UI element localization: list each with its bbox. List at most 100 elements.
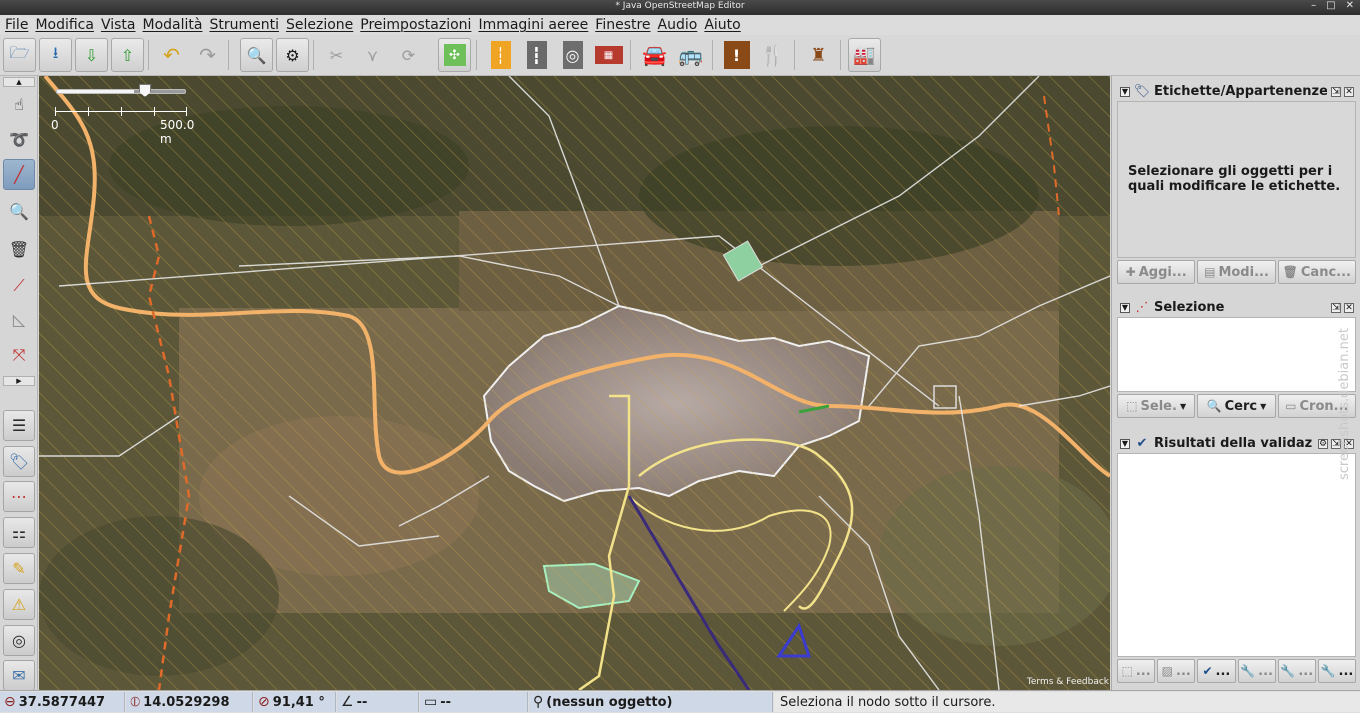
delete-mode-button[interactable]: 🗑: [3, 234, 35, 265]
edit-tag-button[interactable]: ▤ Modi...: [1197, 260, 1276, 284]
fix-all-button[interactable]: 🔧...: [1317, 659, 1357, 683]
car-preset-button[interactable]: 🚘: [638, 38, 671, 72]
lasso-mode-button[interactable]: ➰: [3, 124, 35, 155]
menu-preimpostazioni[interactable]: Preimpostazioni: [359, 17, 477, 33]
bus-preset-button[interactable]: 🚌: [674, 38, 707, 72]
angle-icon: ∠: [341, 694, 354, 710]
close-icon[interactable]: ✕: [1346, 0, 1354, 11]
road-preset-button[interactable]: ┆: [484, 38, 517, 72]
zoom-slider-thumb[interactable]: [139, 84, 151, 97]
fix-button[interactable]: 🔧...: [1237, 659, 1276, 683]
ignore-button[interactable]: 🔧...: [1277, 659, 1316, 683]
notes-toggle-button[interactable]: ✉: [3, 660, 35, 691]
menu-audio[interactable]: Audio: [657, 17, 704, 33]
undo-button[interactable]: ↶: [155, 38, 188, 72]
heading-field: ⊘ 91,41 °: [254, 692, 336, 712]
search-preset-icon: 🔍: [246, 45, 267, 65]
castle-icon: ♜: [810, 44, 827, 66]
menu-modalita[interactable]: Modalità: [141, 17, 208, 33]
factory-preset-button[interactable]: 🏭: [848, 38, 881, 72]
save-icon: ⭳: [52, 42, 59, 62]
latitude-field: ⊖ 37.5877447: [0, 692, 125, 712]
save-button[interactable]: ⭳: [39, 38, 72, 72]
tags-toggle-button[interactable]: 🏷: [3, 446, 35, 477]
history-toggle-button[interactable]: ✎: [3, 553, 35, 584]
draw-mode-button[interactable]: ╱: [3, 159, 35, 190]
menu-file[interactable]: File: [4, 17, 34, 33]
right-dialogs-panel: ▼ 🏷 Etichette/Appartenenze ⇲ ✕ Selezionar…: [1111, 76, 1360, 690]
ruler-icon: ▭: [424, 694, 438, 710]
extrude-mode-button[interactable]: ⤧: [3, 339, 35, 370]
zoom-slider[interactable]: [56, 89, 186, 94]
layers-toggle-button[interactable]: ☰: [3, 410, 35, 441]
select-mode-button[interactable]: ☝: [3, 89, 35, 120]
rail-preset-button[interactable]: ┇: [520, 38, 553, 72]
mode-toolbar: ▲ ☝ ➰ ╱ 🔍 🗑 ⟋ ◺ ⤧ ▶ ☰ 🏷 ⋯ ⚏ ✎ ⚠ ◎ ✉: [0, 76, 38, 691]
zoom-mode-button[interactable]: 🔍: [3, 196, 35, 227]
warning-preset-button[interactable]: !: [720, 38, 753, 72]
lasso-icon: ➰: [9, 130, 29, 149]
search-preset-button[interactable]: 🔍: [240, 38, 273, 72]
selection-toggle-button[interactable]: ⋯: [3, 481, 35, 512]
search-button[interactable]: 🔍 Cerc ▼: [1197, 394, 1276, 418]
map-attribution[interactable]: Terms & Feedback: [1027, 677, 1109, 687]
tag-icon: 🏷: [1133, 84, 1151, 99]
wall-preset-button[interactable]: ▦: [592, 38, 625, 72]
menu-vista[interactable]: Vista: [100, 17, 142, 33]
selection-list[interactable]: [1117, 317, 1356, 392]
tags-dialog-title: Etichette/Appartenenze: [1154, 84, 1327, 99]
combine-way-button[interactable]: ⋎: [356, 38, 389, 72]
traffic-signal-preset-button[interactable]: ◎: [556, 38, 589, 72]
collapse-toggle-icon[interactable]: ▼: [1120, 302, 1130, 313]
preferences-button[interactable]: ⚙: [276, 38, 309, 72]
maximize-icon[interactable]: □: [1326, 0, 1335, 11]
relations-toggle-button[interactable]: ⚏: [3, 517, 35, 548]
preferences-icon: ⚙: [285, 45, 300, 65]
minimize-icon[interactable]: –: [1311, 0, 1316, 11]
collapse-toggle-icon[interactable]: ▼: [1120, 86, 1130, 97]
upload-button[interactable]: ⇧: [111, 38, 144, 72]
open-file-button[interactable]: 🗁: [3, 38, 36, 72]
validate-button[interactable]: ✔...: [1197, 659, 1236, 683]
rail-icon: ┇: [526, 41, 547, 69]
validation-select-button[interactable]: ⬚...: [1117, 659, 1156, 683]
menu-selezione[interactable]: Selezione: [285, 17, 359, 33]
undo-icon: ↶: [163, 43, 180, 67]
scroll-more-icon[interactable]: ▶: [3, 376, 35, 386]
settings-icon[interactable]: ⚙: [1318, 438, 1328, 449]
window-title: * Java OpenStreetMap Editor: [615, 1, 745, 11]
collapse-toggle-icon[interactable]: ▼: [1120, 438, 1130, 449]
selection-list-icon: ⋯: [11, 487, 27, 506]
delete-icon: 🗑: [8, 240, 30, 259]
longitude-field: ⦶ 14.0529298: [126, 692, 253, 712]
menu-aiuto[interactable]: Aiuto: [703, 17, 746, 33]
menu-modifica[interactable]: Modifica: [34, 17, 100, 33]
wrench-icon: 🔧: [1320, 664, 1336, 678]
menu-finestre[interactable]: Finestre: [594, 17, 656, 33]
status-help-text: Seleziona il nodo sotto il cursore.: [774, 692, 1360, 712]
distance-field: ▭ --: [420, 692, 528, 712]
orthogonalize-button[interactable]: ✣: [438, 38, 471, 72]
map-view[interactable]: 0 500.0 m Terms & Feedback: [39, 76, 1110, 690]
redo-button[interactable]: ↷: [191, 38, 224, 72]
validation-results-list[interactable]: [1117, 453, 1356, 657]
improve-way-mode-button[interactable]: ⟋: [3, 270, 35, 301]
validation-lookup-button[interactable]: ▨...: [1157, 659, 1196, 683]
parallel-mode-button[interactable]: ◺: [3, 304, 35, 335]
select-button[interactable]: ⬚ Sele. ▼: [1117, 394, 1196, 418]
detach-icon[interactable]: ⇲: [1331, 86, 1341, 97]
scroll-up-icon[interactable]: ▲: [3, 77, 35, 87]
close-dialog-icon[interactable]: ✕: [1344, 86, 1354, 97]
filter-toggle-button[interactable]: ◎: [3, 625, 35, 656]
split-way-button[interactable]: ✂: [320, 38, 353, 72]
redo-icon: ↷: [199, 43, 216, 67]
download-button[interactable]: ⇩: [75, 38, 108, 72]
menu-immagini-aeree[interactable]: Immagini aeree: [477, 17, 594, 33]
reverse-button[interactable]: ⟳: [392, 38, 425, 72]
menu-strumenti[interactable]: Strumenti: [208, 17, 285, 33]
restaurant-preset-button[interactable]: 🍴: [756, 38, 789, 72]
add-tag-button[interactable]: ✚ Aggi...: [1117, 260, 1196, 284]
castle-preset-button[interactable]: ♜: [802, 38, 835, 72]
tags-empty-message: Selezionare gli oggetti per i quali modi…: [1128, 164, 1341, 194]
conflicts-toggle-button[interactable]: ⚠: [3, 589, 35, 620]
